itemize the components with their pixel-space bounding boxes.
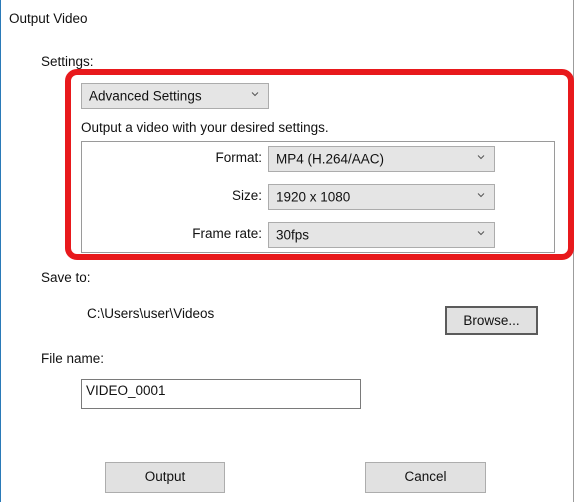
settings-label: Settings: bbox=[41, 54, 94, 69]
file-name-label: File name: bbox=[41, 351, 105, 366]
settings-description: Output a video with your desired setting… bbox=[81, 120, 329, 135]
size-dropdown[interactable]: 1920 x 1080 bbox=[268, 184, 495, 210]
settings-mode-dropdown[interactable]: Advanced Settings bbox=[81, 83, 269, 109]
frame-rate-label: Frame rate: bbox=[192, 226, 262, 241]
chevron-down-icon bbox=[477, 191, 485, 199]
output-video-dialog: Output Video Settings: Advanced Settings… bbox=[0, 0, 574, 502]
format-dropdown[interactable]: MP4 (H.264/AAC) bbox=[268, 146, 495, 172]
chevron-down-icon bbox=[251, 90, 259, 98]
save-path-text: C:\Users\user\Videos bbox=[87, 306, 215, 321]
file-name-input[interactable]: VIDEO_0001 bbox=[81, 379, 361, 409]
frame-rate-value: 30fps bbox=[276, 227, 310, 243]
output-button[interactable]: Output bbox=[105, 462, 225, 493]
frame-rate-dropdown[interactable]: 30fps bbox=[268, 222, 495, 248]
dialog-title: Output Video bbox=[9, 11, 88, 26]
chevron-down-icon bbox=[477, 153, 485, 161]
settings-mode-value: Advanced Settings bbox=[89, 88, 202, 104]
save-to-label: Save to: bbox=[41, 270, 91, 285]
format-value: MP4 (H.264/AAC) bbox=[276, 151, 385, 167]
size-value: 1920 x 1080 bbox=[276, 189, 351, 205]
size-label: Size: bbox=[231, 188, 262, 203]
chevron-down-icon bbox=[477, 229, 485, 237]
format-label: Format: bbox=[215, 150, 262, 165]
browse-button[interactable]: Browse... bbox=[445, 306, 538, 335]
cancel-button[interactable]: Cancel bbox=[365, 462, 486, 493]
